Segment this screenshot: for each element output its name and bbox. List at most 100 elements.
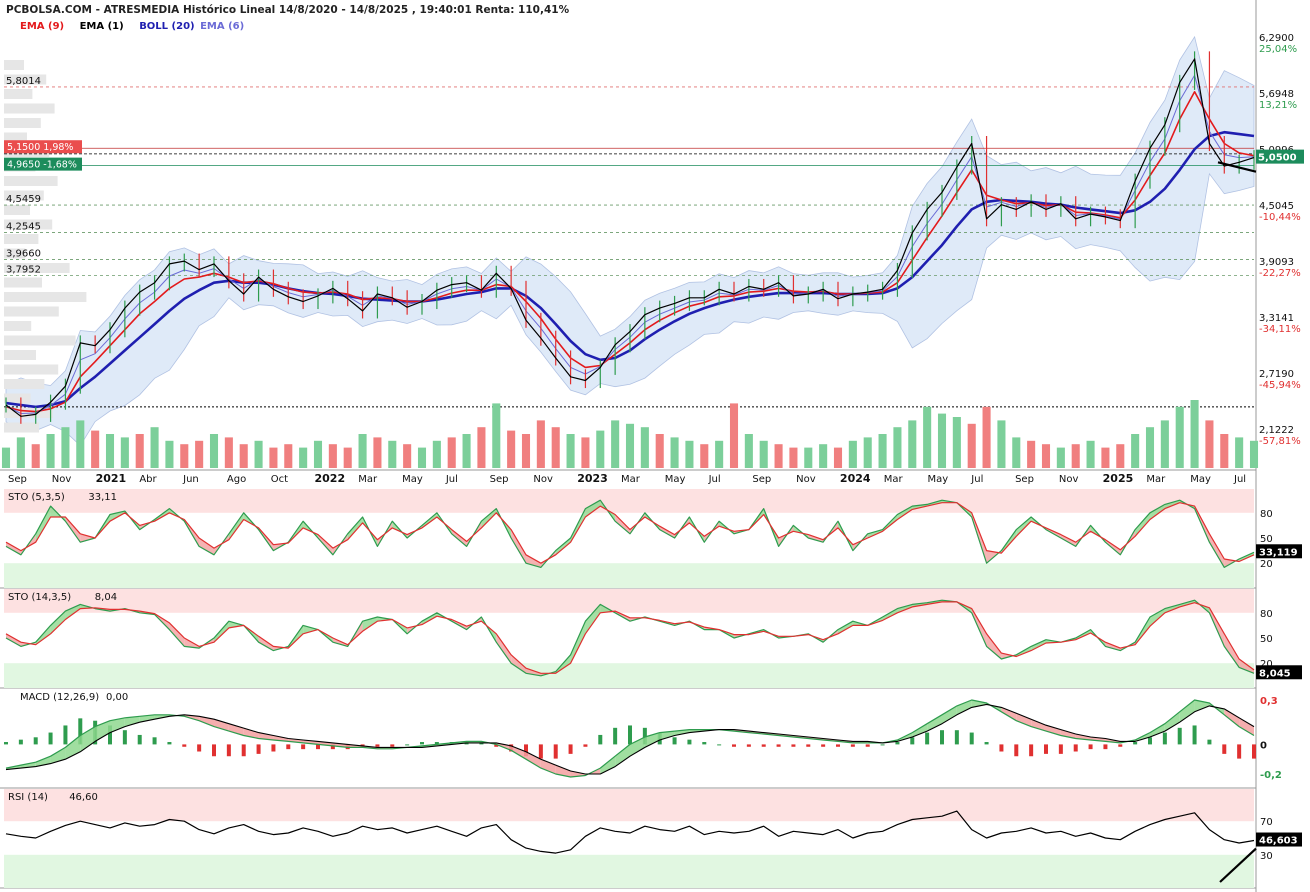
macd-histogram-bar [1192,725,1197,745]
x-tick-label: May [402,474,423,485]
macd-histogram-bar [761,744,766,747]
volume-bar [774,444,783,468]
volume-bar [1041,444,1051,468]
macd-histogram-bar [538,744,543,759]
volume-bar [135,434,144,468]
price-badge-label: 4,9650 -1,68% [7,160,77,171]
osc-level-label: 80 [1260,609,1273,620]
volume-profile-bar [4,350,36,360]
macd-histogram-bar [390,744,395,747]
volume-bar [1235,437,1244,468]
volume-bar [700,444,709,468]
volume-bar [1131,434,1140,468]
osc-current-label: 8,045 [1259,668,1291,679]
osc-name-label: RSI (14) [8,792,48,803]
volume-profile-bar [4,60,24,70]
macd-histogram-bar [821,744,826,747]
volume-bar [462,434,471,468]
macd-histogram-bar [1058,744,1063,754]
volume-bar [76,420,85,468]
volume-bar [715,440,724,468]
volume-bar [670,437,679,468]
osc-level-label: 30 [1260,851,1273,862]
x-tick-label: Nov [52,474,72,485]
macd-histogram-bar [999,744,1004,752]
macd-histogram-bar [613,727,618,745]
oversold-zone [4,854,1254,888]
osc-level-label: 70 [1260,817,1273,828]
macd-histogram-bar [880,744,885,746]
right-axis-pct: 13,21% [1259,100,1297,111]
right-axis-label: 4,5045 [1259,201,1294,212]
macd-histogram-bar [925,732,930,745]
volume-bar [819,444,828,468]
macd-histogram-bar [553,744,558,759]
macd-histogram-bar [182,744,187,747]
right-axis-label: 2,1222 [1259,425,1294,436]
macd-histogram-bar [746,744,751,747]
volume-profile-bar [4,277,42,288]
volume-bar [1012,437,1021,468]
macd-histogram-bar [672,737,677,745]
volume-bar [521,434,531,468]
volume-profile-bar [4,379,45,389]
chart-root: 5,8014 4,5459 4,2545 3,9660 3,7952 5,1500 1,9… [0,0,1310,892]
macd-histogram-bar [48,732,53,745]
legend-ema1: EMA (1) [79,21,124,32]
volume-bar [611,420,620,468]
volume-bar [863,437,872,468]
left-level-label: 3,9660 [6,249,41,260]
volume-bar [195,440,204,468]
osc-value-label: 46,60 [69,792,98,803]
volume-bar [120,437,129,468]
right-axis-label: 2,7190 [1259,369,1294,380]
volume-bar [833,447,843,468]
oversold-zone [4,563,1254,588]
left-level-label: 4,2545 [6,221,41,232]
macd-histogram-bar [568,744,573,754]
volume-bar [848,440,857,468]
volume-bar [893,427,902,468]
osc-current-label: 33,119 [1259,547,1298,558]
x-tick-label: Mar [884,474,904,485]
macd-histogram-bar [1207,739,1212,745]
right-axis-pct: 25,04% [1259,44,1297,55]
x-tick-label: Oct [271,474,288,485]
macd-histogram-bar [33,737,38,745]
x-tick-label: 2022 [315,472,346,485]
volume-bar [105,434,115,468]
macd-histogram-bar [598,734,603,745]
macd-histogram-bar [776,744,781,747]
macd-histogram-bar [836,744,840,747]
macd-histogram-bar [1148,737,1152,745]
volume-bar [1101,447,1110,468]
macd-histogram-bar [1088,744,1093,750]
macd-histogram-bar [63,725,68,745]
left-level-label: 5,8014 [6,76,41,87]
macd-histogram-bar [583,744,588,747]
volume-profile-bar [4,89,33,99]
volume-bar [982,406,991,468]
volume-bar [1027,440,1036,468]
volume-bar [16,437,25,468]
volume-bar [1071,444,1080,468]
x-tick-label: Mar [1146,474,1166,485]
x-tick-label: Sep [490,474,509,485]
x-tick-label: May [1190,474,1211,485]
x-tick-label: Jul [970,474,983,485]
volume-bar [1190,400,1199,468]
volume-bar [388,440,397,468]
volume-bar [209,434,219,468]
osc-level-label: 80 [1260,509,1273,520]
macd-histogram-bar [226,744,231,757]
volume-bar [804,447,813,468]
volume-profile-bar [4,118,41,128]
volume-bar [492,403,501,468]
macd-histogram-bar [256,744,261,754]
volume-bar [952,417,961,468]
x-tick-label: May [665,474,686,485]
right-axis-pct: -57,81% [1259,436,1301,447]
volume-bar [239,444,248,468]
volume-profile-bar [4,364,59,375]
volume-profile-bar [4,306,59,317]
